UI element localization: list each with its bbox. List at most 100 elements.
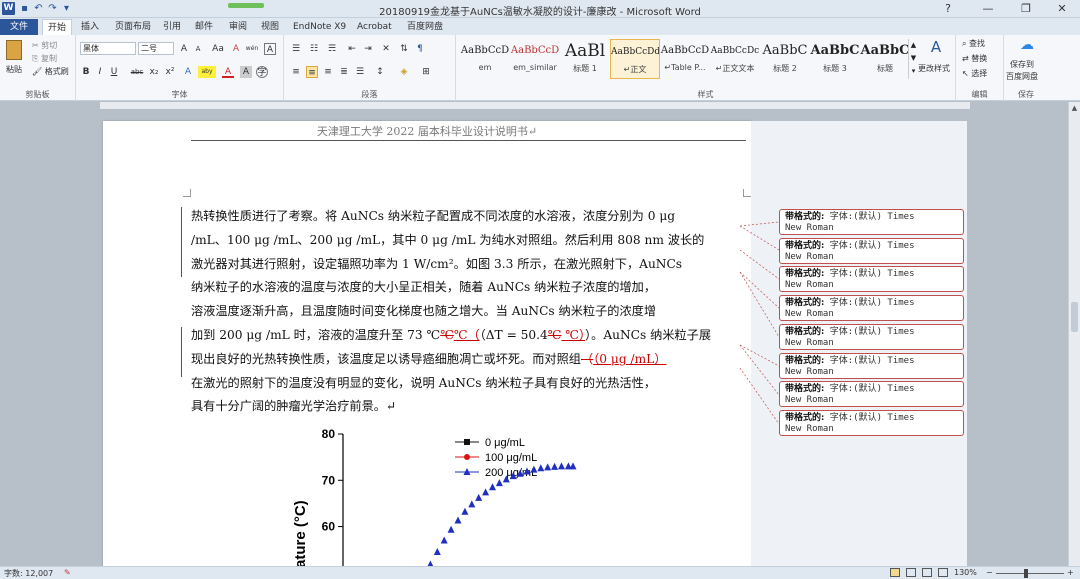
styles-scroll[interactable]: ▲ ▼ ▾: [908, 39, 918, 79]
page-header[interactable]: 天津理工大学 2022 届本科毕业设计说明书↵: [103, 123, 751, 139]
replace-button[interactable]: ⇄ 替换: [962, 53, 987, 64]
decrease-indent-icon[interactable]: ⇤: [346, 43, 358, 55]
style-heading-1[interactable]: AaBl 标题 1: [560, 39, 610, 79]
baidu-cloud-icon[interactable]: ☁: [1018, 38, 1036, 52]
tab-view[interactable]: 视图: [256, 19, 284, 35]
comment-balloon[interactable]: 带格式的: 字体:(默认) Times New Roman: [779, 410, 964, 436]
text-effects-icon[interactable]: A: [182, 66, 194, 78]
tab-insert[interactable]: 插入: [76, 19, 104, 35]
highlight-icon[interactable]: aby: [198, 66, 216, 78]
tab-mailings[interactable]: 邮件: [190, 19, 218, 35]
copy-button[interactable]: ⎘ 复制: [32, 53, 57, 64]
full-screen-icon[interactable]: [906, 568, 916, 577]
grow-font-icon[interactable]: A: [178, 43, 190, 55]
zoom-level[interactable]: 130%: [954, 568, 977, 577]
align-right-icon[interactable]: ≡: [322, 66, 334, 78]
find-button[interactable]: ⌕ 查找: [962, 38, 985, 49]
redo-icon[interactable]: ↷: [46, 2, 59, 15]
underline-button[interactable]: U: [108, 66, 120, 78]
style-heading-2[interactable]: AaBbC 标题 2: [760, 39, 810, 79]
tab-acrobat[interactable]: Acrobat: [352, 19, 397, 35]
help-button[interactable]: ?: [930, 0, 966, 18]
close-button[interactable]: ✕: [1044, 0, 1080, 18]
sort-icon[interactable]: ⇅: [398, 43, 410, 55]
style-table-paragraph[interactable]: AaBbCcD ↵Table P...: [660, 39, 710, 79]
save-icon[interactable]: ▪: [18, 2, 31, 15]
superscript-button[interactable]: x²: [164, 66, 176, 78]
comment-balloon[interactable]: 带格式的: 字体:(默认) Times New Roman: [779, 238, 964, 264]
font-color-icon[interactable]: A: [222, 66, 234, 78]
subscript-button[interactable]: x₂: [148, 66, 160, 78]
tab-page-layout[interactable]: 页面布局: [110, 19, 156, 35]
zoom-slider[interactable]: [996, 573, 1064, 574]
shading-icon[interactable]: ◈: [398, 66, 410, 78]
tab-references[interactable]: 引用: [158, 19, 186, 35]
tab-review[interactable]: 审阅: [224, 19, 252, 35]
zoom-out-button[interactable]: −: [986, 568, 993, 577]
proofing-icon[interactable]: ✎: [64, 568, 71, 577]
line-spacing-icon[interactable]: ↕: [374, 66, 386, 78]
tab-home[interactable]: 开始: [42, 19, 73, 35]
align-center-icon[interactable]: ≡: [306, 66, 318, 78]
change-case-icon[interactable]: Aa: [210, 43, 226, 55]
customize-qat-icon[interactable]: ▾: [60, 2, 73, 15]
restore-button[interactable]: ❐: [1008, 0, 1044, 18]
body-paragraph[interactable]: 热转换性质进行了考察。将 AuNCs 纳米粒子配置成不同浓度的水溶液，浓度分别为…: [191, 205, 751, 419]
web-layout-icon[interactable]: [922, 568, 932, 577]
show-marks-icon[interactable]: ¶: [414, 43, 426, 55]
vertical-scrollbar[interactable]: ▲: [1068, 102, 1080, 566]
style-heading-3[interactable]: AaBbC 标题 3: [810, 39, 860, 79]
font-name-combo[interactable]: 黑体: [80, 42, 136, 55]
justify-icon[interactable]: ≣: [338, 66, 350, 78]
borders-icon[interactable]: ⊞: [420, 66, 432, 78]
char-border-icon[interactable]: A: [264, 43, 276, 55]
phonetic-guide-icon[interactable]: wén: [244, 43, 260, 55]
italic-button[interactable]: I: [94, 66, 106, 78]
comment-balloon[interactable]: 带格式的: 字体:(默认) Times New Roman: [779, 295, 964, 321]
bold-button[interactable]: B: [80, 66, 92, 78]
save-to-baidu-button[interactable]: 保存到: [1010, 59, 1034, 70]
align-left-icon[interactable]: ≡: [290, 66, 302, 78]
outline-icon[interactable]: [938, 568, 948, 577]
enclose-char-icon[interactable]: 字: [256, 66, 268, 78]
change-styles-icon[interactable]: A: [926, 40, 946, 55]
tab-baidu-netdisk[interactable]: 百度网盘: [402, 19, 448, 35]
style-em[interactable]: AaBbCcD em: [460, 39, 510, 79]
comment-balloon[interactable]: 带格式的: 字体:(默认) Times New Roman: [779, 324, 964, 350]
paste-button[interactable]: 粘贴: [6, 64, 22, 75]
style-normal[interactable]: AaBbCcDd ↵正文: [610, 39, 660, 79]
change-styles-button[interactable]: 更改样式: [918, 63, 950, 74]
tab-endnote[interactable]: EndNote X9: [288, 19, 351, 35]
shrink-font-icon[interactable]: A: [192, 43, 204, 55]
word-app-icon[interactable]: W: [2, 2, 15, 15]
save-to-baidu-button-line2[interactable]: 百度网盘: [1006, 71, 1038, 82]
zoom-slider-thumb[interactable]: [1024, 569, 1028, 578]
strikethrough-button[interactable]: abc: [128, 66, 146, 78]
comment-balloon[interactable]: 带格式的: 字体:(默认) Times New Roman: [779, 266, 964, 292]
chinese-layout-icon[interactable]: ✕: [380, 43, 392, 55]
cut-button[interactable]: ✂ 剪切: [32, 40, 57, 51]
increase-indent-icon[interactable]: ⇥: [362, 43, 374, 55]
word-count[interactable]: 字数: 12,007: [4, 568, 53, 579]
distribute-icon[interactable]: ☰: [354, 66, 366, 78]
clear-format-icon[interactable]: A: [230, 43, 242, 55]
style-em-similar[interactable]: AaBbCcD em_similar: [510, 39, 560, 79]
char-shading-icon[interactable]: A: [240, 66, 252, 78]
undo-icon[interactable]: ↶: [32, 2, 45, 15]
style-body-text[interactable]: AaBbCcDc ↵正文文本: [710, 39, 760, 79]
horizontal-ruler[interactable]: [100, 102, 970, 110]
comment-balloon[interactable]: 带格式的: 字体:(默认) Times New Roman: [779, 209, 964, 235]
scroll-thumb[interactable]: [1071, 302, 1078, 332]
scroll-up-icon[interactable]: ▲: [1070, 104, 1079, 113]
bullets-icon[interactable]: ☰: [290, 43, 302, 55]
paste-icon[interactable]: [6, 40, 22, 60]
minimize-button[interactable]: —: [970, 0, 1006, 18]
print-layout-icon[interactable]: [890, 568, 900, 577]
style-title[interactable]: AaBbC 标题: [860, 39, 910, 79]
comment-balloon[interactable]: 带格式的: 字体:(默认) Times New Roman: [779, 381, 964, 407]
tab-file[interactable]: 文件: [0, 19, 38, 35]
comment-balloon[interactable]: 带格式的: 字体:(默认) Times New Roman: [779, 353, 964, 379]
multilevel-list-icon[interactable]: ☴: [326, 43, 338, 55]
numbering-icon[interactable]: ☷: [308, 43, 320, 55]
zoom-in-button[interactable]: +: [1067, 568, 1074, 577]
